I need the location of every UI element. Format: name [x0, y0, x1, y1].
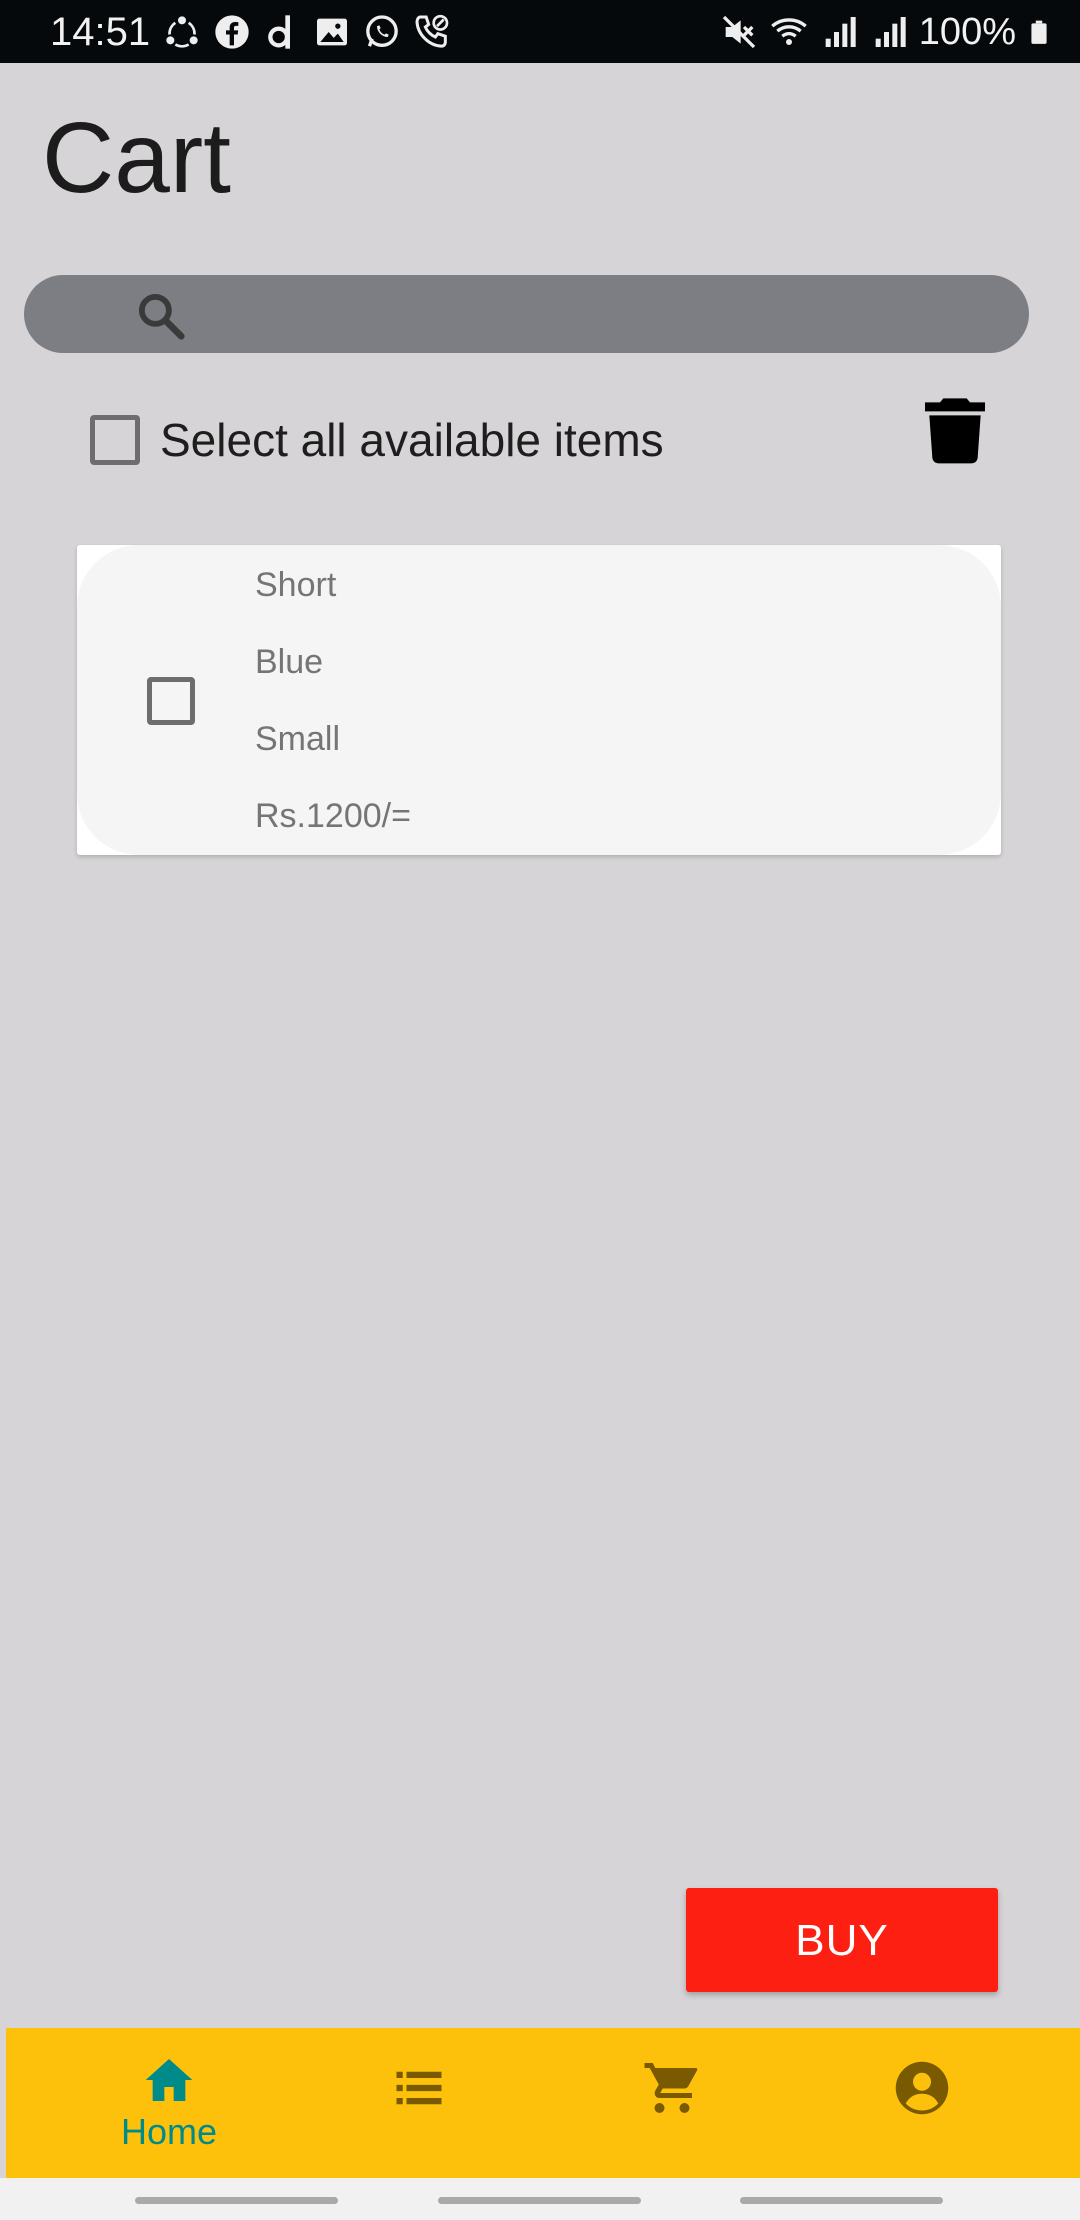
cart-item-body: Short Blue Small Rs.1200/= [77, 545, 1001, 855]
mute-icon [722, 15, 755, 49]
facebook-icon [215, 15, 249, 49]
select-all-row[interactable]: Select all available items [90, 400, 664, 480]
call-icon [415, 14, 449, 48]
nav-item-home[interactable]: Home [69, 2028, 269, 2178]
home-icon [145, 2059, 193, 2101]
signal-icon [875, 17, 906, 47]
nav-item-profile[interactable] [822, 2028, 1022, 2178]
item-color: Blue [255, 643, 324, 681]
search-bar[interactable] [24, 275, 1029, 355]
item-price: Rs.1200/= [255, 797, 411, 835]
d-app-icon [268, 15, 290, 49]
buy-button[interactable]: BUY [686, 1888, 998, 1992]
search-icon [138, 293, 185, 340]
whatsapp-icon [366, 15, 398, 47]
sync-icon [166, 16, 198, 48]
wifi-icon [771, 18, 807, 45]
nav-label-home: Home [120, 2111, 218, 2152]
status-bar: 14:51 100% [0, 0, 1080, 63]
select-all-checkbox[interactable] [90, 415, 140, 465]
battery-percent: 100% [918, 11, 1016, 53]
gesture-bar [0, 2178, 1080, 2220]
gesture-handle-right[interactable] [740, 2197, 943, 2204]
nav-item-cart[interactable] [572, 2028, 772, 2178]
gesture-handle-center[interactable] [438, 2197, 641, 2204]
account-icon [895, 2061, 949, 2115]
notification-icons [162, 10, 452, 54]
gesture-handle-left[interactable] [135, 2197, 338, 2204]
bottom-navigation: Home [6, 2028, 1080, 2178]
signal-icon [825, 17, 856, 47]
cart-item-checkbox[interactable] [147, 677, 195, 725]
list-icon [396, 2071, 442, 2105]
delete-icon[interactable] [915, 390, 995, 470]
select-all-label: Select all available items [160, 414, 664, 466]
page-title: Cart [42, 102, 231, 214]
status-time: 14:51 [50, 10, 151, 54]
nav-item-orders[interactable] [319, 2028, 519, 2178]
item-name: Short [255, 566, 337, 604]
search-input[interactable] [204, 275, 1008, 355]
cart-icon [644, 2063, 698, 2113]
gallery-icon [317, 18, 347, 46]
battery-icon [1031, 20, 1047, 44]
item-size: Small [255, 720, 341, 758]
system-status-icons: 100% [719, 8, 1052, 56]
cart-item-card[interactable]: Short Blue Small Rs.1200/= [77, 545, 1001, 855]
